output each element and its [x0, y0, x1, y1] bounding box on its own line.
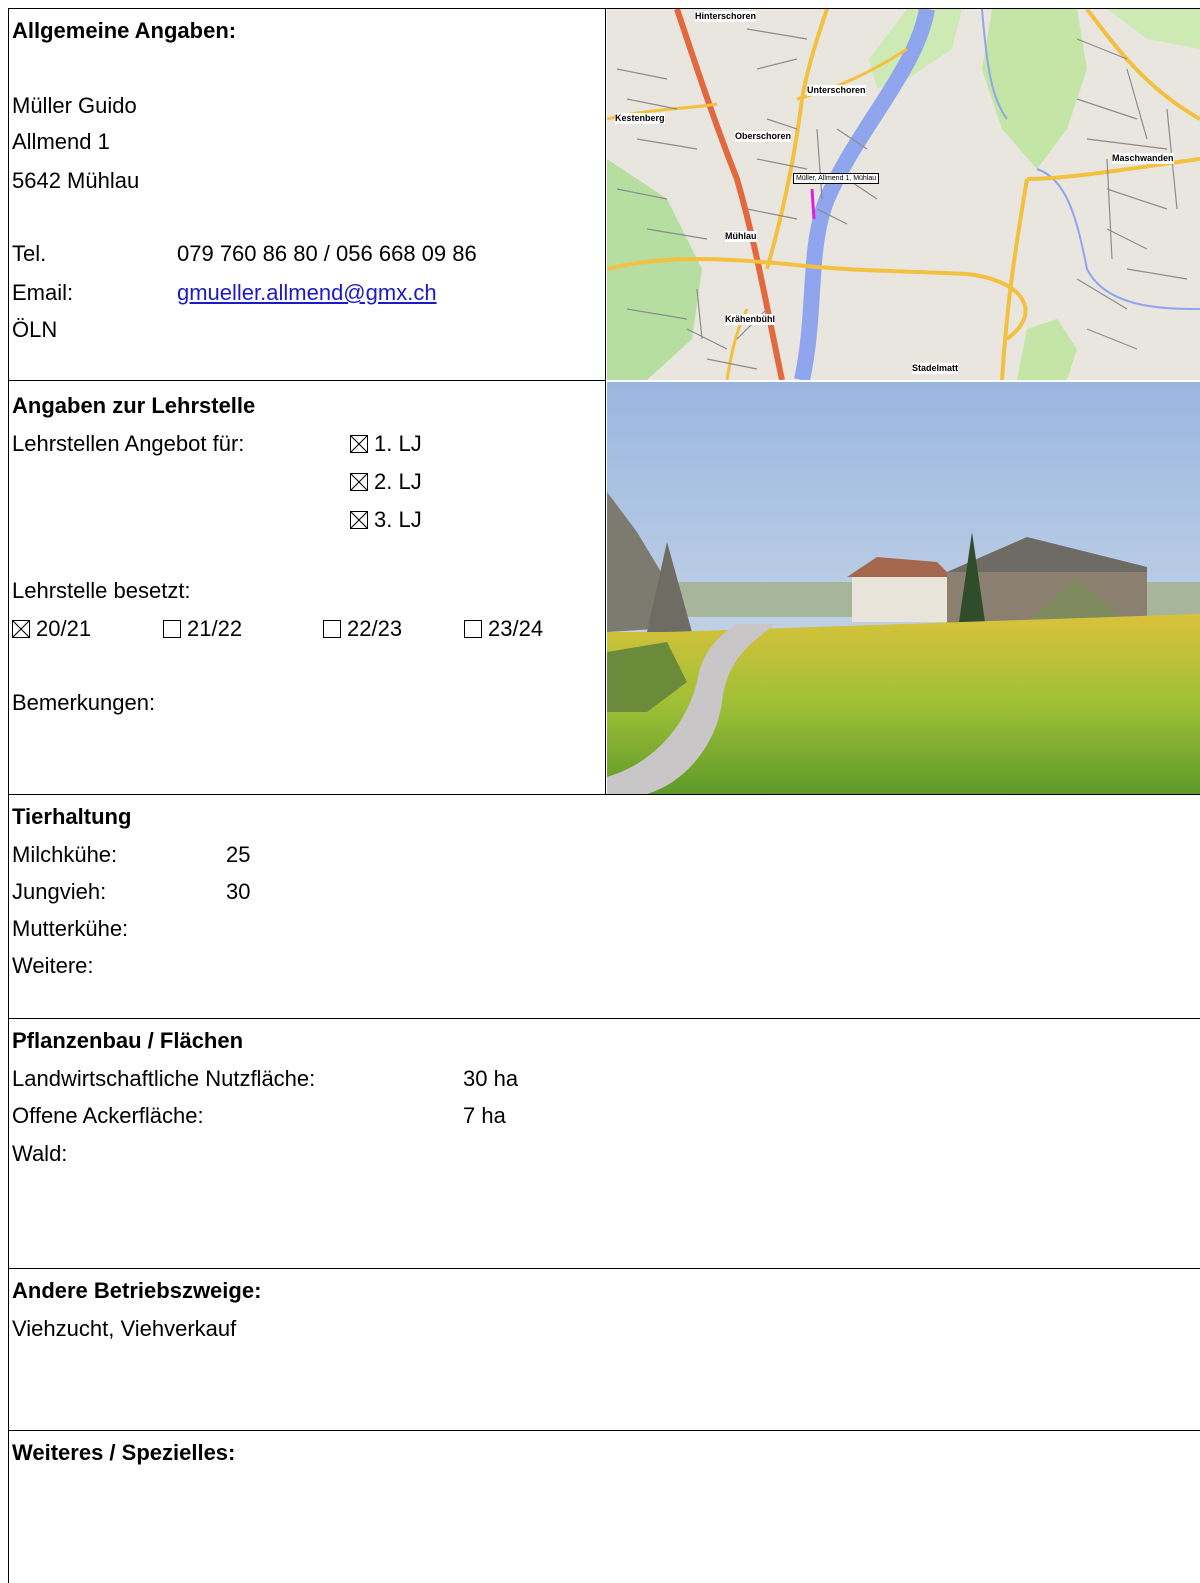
- map-label: Kestenberg: [615, 113, 665, 124]
- livestock-value: 30: [226, 879, 251, 904]
- map-label: Maschwanden: [1112, 153, 1174, 164]
- section-heading-crops: Pflanzenbau / Flächen: [12, 1028, 244, 1053]
- branches-text: Viehzucht, Viehverkauf: [12, 1316, 237, 1341]
- map-location-label: Müller, Allmend 1, Mühlau: [793, 173, 880, 184]
- city: 5642 Mühlau: [12, 168, 140, 193]
- divider: [8, 1268, 1200, 1269]
- livestock-value: 25: [226, 842, 251, 867]
- checkbox-occupied-22-23[interactable]: [323, 620, 341, 638]
- map-label: Oberschoren: [735, 131, 792, 142]
- occupied-label: Lehrstelle besetzt:: [12, 578, 191, 603]
- crops-label: Offene Ackerfläche:: [12, 1103, 204, 1128]
- document-page: Allgemeine Angaben: Müller Guido Allmend…: [0, 0, 1200, 1583]
- checkbox-year-3[interactable]: [350, 511, 368, 529]
- year-label: 1. LJ: [374, 431, 422, 456]
- occupied-year-label: 22/23: [347, 616, 403, 641]
- divider: [8, 380, 606, 381]
- street-address: Allmend 1: [12, 129, 110, 154]
- checkbox-occupied-21-22[interactable]: [163, 620, 181, 638]
- checkbox-occupied-23-24[interactable]: [464, 620, 482, 638]
- map-label: Mühlau: [725, 231, 757, 242]
- section-heading-general: Allgemeine Angaben:: [12, 18, 237, 43]
- checkbox-year-1[interactable]: [350, 435, 368, 453]
- owner-name: Müller Guido: [12, 93, 137, 118]
- checkbox-year-2[interactable]: [350, 473, 368, 491]
- map-label: Stadelmatt: [912, 363, 959, 374]
- occupied-year-label: 20/21: [36, 616, 92, 641]
- divider: [8, 1430, 1200, 1431]
- tel-value: 079 760 86 80 / 056 668 09 86: [177, 241, 477, 266]
- map-label: Hinterschoren: [695, 11, 757, 22]
- email-link[interactable]: gmueller.allmend@gmx.ch: [177, 280, 437, 306]
- certification-label: ÖLN: [12, 317, 58, 342]
- crops-label: Landwirtschaftliche Nutzfläche:: [12, 1066, 316, 1091]
- location-map: Hinterschoren Unterschoren Kestenberg Ob…: [607, 9, 1200, 380]
- livestock-label: Milchkühe:: [12, 842, 118, 867]
- map-label: Krähenbühl: [725, 314, 776, 325]
- divider: [8, 1018, 1200, 1019]
- offer-label: Lehrstellen Angebot für:: [12, 431, 245, 456]
- map-label: Unterschoren: [807, 85, 866, 96]
- section-heading-branches: Andere Betriebszweige:: [12, 1278, 262, 1303]
- livestock-label: Jungvieh:: [12, 879, 107, 904]
- livestock-label: Weitere:: [12, 953, 94, 978]
- section-heading-apprenticeship: Angaben zur Lehrstelle: [12, 393, 256, 418]
- year-label: 3. LJ: [374, 507, 422, 532]
- tel-label: Tel.: [12, 241, 47, 266]
- farm-photo: [607, 382, 1200, 794]
- year-label: 2. LJ: [374, 469, 422, 494]
- crops-value: 30 ha: [463, 1066, 519, 1091]
- divider: [605, 8, 606, 794]
- occupied-year-label: 21/22: [187, 616, 243, 641]
- checkbox-occupied-20-21[interactable]: [12, 620, 30, 638]
- email-label: Email:: [12, 280, 74, 305]
- occupied-year-label: 23/24: [488, 616, 544, 641]
- section-heading-other: Weiteres / Spezielles:: [12, 1440, 236, 1465]
- crops-value: 7 ha: [463, 1103, 506, 1128]
- crops-label: Wald:: [12, 1141, 68, 1166]
- section-heading-livestock: Tierhaltung: [12, 804, 132, 829]
- remarks-label: Bemerkungen:: [12, 690, 156, 715]
- divider: [8, 794, 1200, 795]
- livestock-label: Mutterkühe:: [12, 916, 129, 941]
